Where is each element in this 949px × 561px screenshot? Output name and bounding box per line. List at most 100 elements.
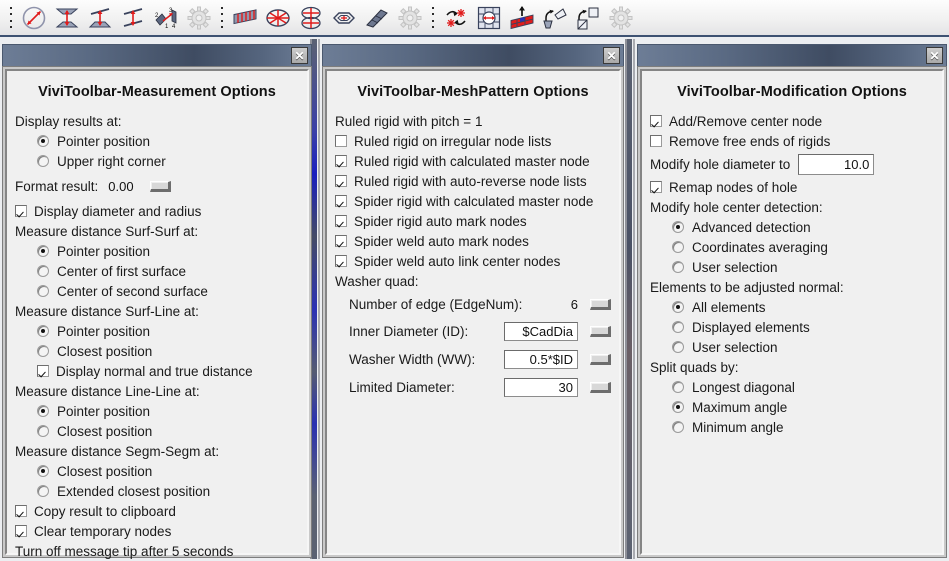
reverse-normals-icon[interactable] xyxy=(440,2,471,33)
radio-indicator[interactable] xyxy=(37,425,49,437)
checkbox-indicator[interactable] xyxy=(335,155,347,167)
ruled-rigid-icon[interactable] xyxy=(229,2,260,33)
radio-indicator[interactable] xyxy=(672,321,684,333)
radio-indicator[interactable] xyxy=(672,241,684,253)
checkbox-indicator[interactable] xyxy=(15,205,27,217)
checkbox-remap-nodes-of-hole[interactable]: Remap nodes of hole xyxy=(650,177,934,197)
radio-advanced-detection[interactable]: Advanced detection xyxy=(650,217,934,237)
radio-minimum-angle[interactable]: Minimum angle xyxy=(650,417,934,437)
checkbox-clear-temporary-nodes[interactable]: Clear temporary nodes xyxy=(15,521,299,541)
checkbox-spider-rigid-auto-mark-nodes[interactable]: Spider rigid auto mark nodes xyxy=(335,211,611,231)
radio-indicator[interactable] xyxy=(37,405,49,417)
spider-weld-icon[interactable] xyxy=(295,2,326,33)
close-icon[interactable]: ✕ xyxy=(603,47,620,64)
radio-indicator[interactable] xyxy=(37,135,49,147)
checkbox-ruled-rigid-on-irregular-node-lists[interactable]: Ruled rigid on irregular node lists xyxy=(335,131,611,151)
checkbox-indicator[interactable] xyxy=(335,135,347,147)
field-input[interactable]: 0.5*$ID xyxy=(504,349,578,369)
radio-all-elements[interactable]: All elements xyxy=(650,297,934,317)
field-stepper[interactable] xyxy=(590,353,611,365)
checkbox-ruled-rigid-with-calculated-master-node[interactable]: Ruled rigid with calculated master node xyxy=(335,151,611,171)
radio-label: Closest position xyxy=(57,463,153,479)
measure-angle-icon[interactable]: 3 2 1 4 xyxy=(150,2,181,33)
checkbox-indicator[interactable] xyxy=(335,215,347,227)
radio-coordinates-averaging[interactable]: Coordinates averaging xyxy=(650,237,934,257)
radio-indicator[interactable] xyxy=(672,301,684,313)
checkbox-indicator[interactable] xyxy=(37,365,49,377)
mesh-wedge-icon[interactable] xyxy=(361,2,392,33)
radio-displayed-elements[interactable]: Displayed elements xyxy=(650,317,934,337)
radio-pointer-position[interactable]: Pointer position xyxy=(15,401,299,421)
radio-indicator[interactable] xyxy=(37,345,49,357)
measure-diameter-icon[interactable] xyxy=(18,2,49,33)
radio-indicator[interactable] xyxy=(672,261,684,273)
modification-settings-icon[interactable] xyxy=(605,2,636,33)
radio-center-of-first-surface[interactable]: Center of first surface xyxy=(15,261,299,281)
hole-diameter-icon[interactable] xyxy=(473,2,504,33)
radio-maximum-angle[interactable]: Maximum angle xyxy=(650,397,934,417)
checkbox-indicator[interactable] xyxy=(650,115,662,127)
radio-indicator[interactable] xyxy=(672,221,684,233)
close-icon[interactable]: ✕ xyxy=(291,47,308,64)
checkbox-spider-rigid-with-calculated-master-node[interactable]: Spider rigid with calculated master node xyxy=(335,191,611,211)
radio-indicator[interactable] xyxy=(37,485,49,497)
checkbox-spider-weld-auto-link-center-nodes[interactable]: Spider weld auto link center nodes xyxy=(335,251,611,271)
checkbox-indicator[interactable] xyxy=(335,235,347,247)
washer-quad-icon[interactable] xyxy=(328,2,359,33)
radio-pointer-position[interactable]: Pointer position xyxy=(15,321,299,341)
checkbox-add-remove-center-node[interactable]: Add/Remove center node xyxy=(650,111,934,131)
field-stepper[interactable] xyxy=(590,298,611,310)
radio-indicator[interactable] xyxy=(37,325,49,337)
checkbox-indicator[interactable] xyxy=(335,195,347,207)
radio-closest-position[interactable]: Closest position xyxy=(15,341,299,361)
meshpattern-settings-icon[interactable] xyxy=(394,2,425,33)
checkbox-indicator[interactable] xyxy=(15,525,27,537)
checkbox-display-diameter-and-radius[interactable]: Display diameter and radius xyxy=(15,201,299,221)
checkbox-indicator[interactable] xyxy=(650,135,662,147)
checkbox-remove-free-ends-of-rigids[interactable]: Remove free ends of rigids xyxy=(650,131,934,151)
radio-user-selection[interactable]: User selection xyxy=(650,337,934,357)
radio-longest-diagonal[interactable]: Longest diagonal xyxy=(650,377,934,397)
radio-indicator[interactable] xyxy=(672,381,684,393)
checkbox-ruled-rigid-with-auto-reverse-node-lists[interactable]: Ruled rigid with auto-reverse node lists xyxy=(335,171,611,191)
measure-surf-line-icon[interactable] xyxy=(84,2,115,33)
checkbox-indicator[interactable] xyxy=(15,505,27,517)
remap-node-icon[interactable] xyxy=(572,2,603,33)
radio-indicator[interactable] xyxy=(37,465,49,477)
checkbox-indicator[interactable] xyxy=(335,255,347,267)
radio-closest-position[interactable]: Closest position xyxy=(15,461,299,481)
field-stepper[interactable] xyxy=(590,381,611,393)
radio-pointer-position[interactable]: Pointer position xyxy=(15,131,299,151)
spider-rigid-icon[interactable] xyxy=(262,2,293,33)
split-quad-icon[interactable] xyxy=(539,2,570,33)
radio-indicator[interactable] xyxy=(672,421,684,433)
field-input[interactable]: 10.0 xyxy=(798,153,875,175)
radio-indicator[interactable] xyxy=(37,265,49,277)
format-result-stepper[interactable] xyxy=(149,180,171,192)
checkbox-indicator[interactable] xyxy=(335,175,347,187)
measure-line-line-icon[interactable] xyxy=(117,2,148,33)
radio-indicator[interactable] xyxy=(37,285,49,297)
radio-pointer-position[interactable]: Pointer position xyxy=(15,241,299,261)
adjust-normal-icon[interactable] xyxy=(506,2,537,33)
radio-center-of-second-surface[interactable]: Center of second surface xyxy=(15,281,299,301)
radio-indicator[interactable] xyxy=(37,155,49,167)
radio-user-selection[interactable]: User selection xyxy=(650,257,934,277)
field-input[interactable]: $CadDia xyxy=(504,321,578,341)
radio-extended-closest-position[interactable]: Extended closest position xyxy=(15,481,299,501)
measure-settings-icon[interactable] xyxy=(183,2,214,33)
checkbox-display-normal-and-true-distance[interactable]: Display normal and true distance xyxy=(15,361,299,381)
close-icon[interactable]: ✕ xyxy=(926,47,943,64)
radio-indicator[interactable] xyxy=(672,401,684,413)
measure-surf-surf-icon[interactable] xyxy=(51,2,82,33)
field-stepper[interactable] xyxy=(590,325,611,337)
checkbox-indicator[interactable] xyxy=(650,181,662,193)
radio-indicator[interactable] xyxy=(672,341,684,353)
field-input[interactable]: 30 xyxy=(504,377,578,397)
radio-upper-right-corner[interactable]: Upper right corner xyxy=(15,151,299,171)
radio-indicator[interactable] xyxy=(37,245,49,257)
section-label-split-quads-by: Split quads by: xyxy=(650,357,934,377)
radio-closest-position[interactable]: Closest position xyxy=(15,421,299,441)
checkbox-spider-weld-auto-mark-nodes[interactable]: Spider weld auto mark nodes xyxy=(335,231,611,251)
checkbox-copy-result-to-clipboard[interactable]: Copy result to clipboard xyxy=(15,501,299,521)
